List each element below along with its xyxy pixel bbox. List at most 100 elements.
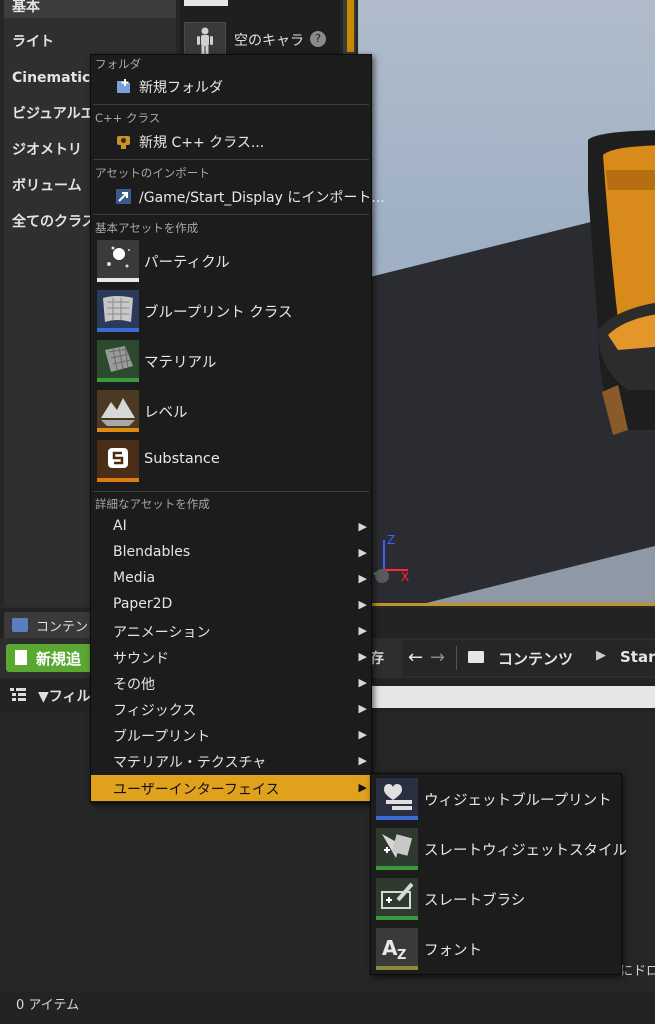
menu-item-label: /Game/Start_Display にインポート... [139, 190, 385, 206]
menu-item-label: Blendables [113, 544, 191, 560]
section-header-cpp: C++ クラス [95, 111, 161, 125]
help-icon[interactable]: ? [310, 31, 326, 47]
menu-item-user-interface[interactable]: ユーザーインターフェイス ▶ [91, 775, 371, 801]
cpp-class-icon [117, 136, 130, 149]
blueprint-class-icon [97, 290, 139, 332]
submenu-arrow-icon: ▶ [358, 702, 367, 715]
submenu-arrow-icon: ▶ [358, 728, 367, 741]
menu-item-new-cpp-class[interactable]: 新規 C++ クラス... [91, 128, 371, 154]
menu-item-label: マテリアル [144, 355, 217, 371]
font-icon: AZ [376, 928, 418, 970]
menu-item-label: Paper2D [113, 596, 173, 612]
menu-item-material[interactable]: マテリアル [91, 337, 371, 385]
menu-item-media[interactable]: Media ▶ [91, 566, 371, 592]
menu-item-label: フィジックス [113, 703, 197, 719]
menu-item-label: レベル [144, 405, 188, 421]
menu-item-animation[interactable]: アニメーション ▶ [91, 618, 371, 644]
menu-item-physics[interactable]: フィジックス ▶ [91, 696, 371, 722]
mode-item-basic[interactable]: 基本 [4, 0, 176, 18]
new-folder-icon [117, 79, 130, 93]
menu-item-blueprint-class[interactable]: ブループリント クラス [91, 287, 371, 335]
menu-item-font[interactable]: AZ フォント [371, 924, 621, 974]
import-icon [116, 189, 131, 204]
menu-item-label: サウンド [113, 651, 169, 667]
menu-item-label: AI [113, 518, 127, 534]
filters-button[interactable]: ▼フィル [38, 686, 91, 706]
new-document-icon [15, 650, 27, 665]
submenu-arrow-icon: ▶ [358, 572, 367, 585]
menu-item-paper2d[interactable]: Paper2D ▶ [91, 592, 371, 618]
menu-item-label: パーティクル [144, 255, 230, 271]
forward-arrow-icon[interactable]: → [430, 647, 445, 668]
search-input[interactable] [370, 686, 655, 708]
level-viewport[interactable]: Z X [358, 0, 655, 605]
substance-icon [97, 440, 139, 482]
menu-item-label: フォント [424, 943, 482, 959]
placeable-thumbnail-edge [184, 0, 228, 6]
modes-scrollbar-thumb[interactable] [347, 0, 354, 52]
back-arrow-icon[interactable]: ← [408, 647, 423, 668]
slate-widget-style-icon [376, 828, 418, 870]
menu-item-blueprints[interactable]: ブループリント ▶ [91, 722, 371, 748]
breadcrumb-separator-icon[interactable]: ▶ [596, 648, 606, 663]
submenu-arrow-icon: ▶ [358, 754, 367, 767]
menu-item-label: 新規 C++ クラス... [139, 135, 265, 151]
menu-item-label: スレートブラシ [424, 893, 526, 909]
content-browser-icon [12, 618, 28, 632]
menu-item-label: 新規フォルダ [139, 80, 223, 96]
add-new-context-menu: フォルダ 新規フォルダ C++ クラス 新規 C++ クラス... アセットのイ… [90, 54, 385, 803]
path-navigation: ← → コンテンツ ▶ Start [402, 640, 655, 676]
menu-item-new-folder[interactable]: 新規フォルダ [91, 73, 371, 99]
add-new-button[interactable]: 新規追 [6, 644, 94, 672]
viewport-border [358, 603, 655, 606]
sources-panel-icon[interactable] [10, 688, 26, 702]
menu-item-slate-widget-style[interactable]: スレートウィジェットスタイル [371, 824, 627, 874]
menu-item-label: ウィジェットブループリント [424, 793, 612, 809]
divider [93, 214, 369, 215]
slate-brush-icon [376, 878, 418, 920]
divider [456, 646, 457, 670]
menu-item-label: マテリアル・テクスチャ [113, 755, 267, 771]
svg-text:X: X [401, 570, 409, 584]
add-new-label: 新規追 [36, 650, 82, 668]
breadcrumb-content[interactable]: コンテンツ [498, 648, 573, 669]
submenu-arrow-icon: ▶ [358, 624, 367, 637]
divider [93, 159, 369, 160]
menu-item-miscellaneous[interactable]: その他 ▶ [91, 670, 371, 696]
divider [93, 491, 369, 492]
menu-item-label: ユーザーインターフェイス [113, 782, 280, 798]
menu-item-substance[interactable]: Substance [91, 437, 371, 485]
submenu-arrow-icon: ▶ [358, 546, 367, 559]
chair-model [588, 130, 655, 435]
menu-item-sound[interactable]: サウンド ▶ [91, 644, 371, 670]
section-header-basic-assets: 基本アセットを作成 [95, 221, 199, 235]
menu-item-label: ブループリント クラス [144, 305, 293, 321]
menu-item-widget-blueprint[interactable]: ウィジェットブループリント [371, 774, 621, 824]
menu-item-materials-textures[interactable]: マテリアル・テクスチャ ▶ [91, 748, 371, 774]
menu-item-label: スレートウィジェットスタイル [424, 843, 627, 859]
item-count: 0 アイテム [16, 998, 80, 1013]
submenu-arrow-icon: ▶ [358, 676, 367, 689]
placeable-label: 空のキャラ [234, 33, 304, 49]
menu-item-label: ブループリント [113, 729, 211, 745]
user-interface-submenu: ウィジェットブループリント スレートウィジェットスタイル スレートブラシ AZ … [370, 773, 627, 975]
divider [93, 104, 369, 105]
tab-content-browser[interactable]: コンテンツ [4, 612, 94, 654]
filters-label: フィル [48, 689, 91, 705]
menu-item-slate-brush[interactable]: スレートブラシ [371, 874, 621, 924]
menu-item-import[interactable]: /Game/Start_Display にインポート... [91, 183, 385, 209]
menu-item-ai[interactable]: AI ▶ [91, 514, 371, 540]
widget-blueprint-icon [376, 778, 418, 820]
svg-text:Z: Z [397, 948, 406, 963]
folder-icon [468, 651, 484, 663]
menu-item-particle[interactable]: パーティクル [91, 237, 371, 285]
submenu-arrow-icon: ▶ [358, 520, 367, 533]
menu-item-label: Media [113, 570, 156, 586]
level-icon [97, 390, 139, 432]
particle-icon [97, 240, 139, 282]
save-all-button[interactable]: 存 [370, 648, 384, 668]
menu-item-blendables[interactable]: Blendables ▶ [91, 540, 371, 566]
breadcrumb-start-display[interactable]: Start [620, 648, 655, 666]
menu-item-level[interactable]: レベル [91, 387, 371, 435]
drop-hint-text: にドロ [620, 964, 655, 979]
